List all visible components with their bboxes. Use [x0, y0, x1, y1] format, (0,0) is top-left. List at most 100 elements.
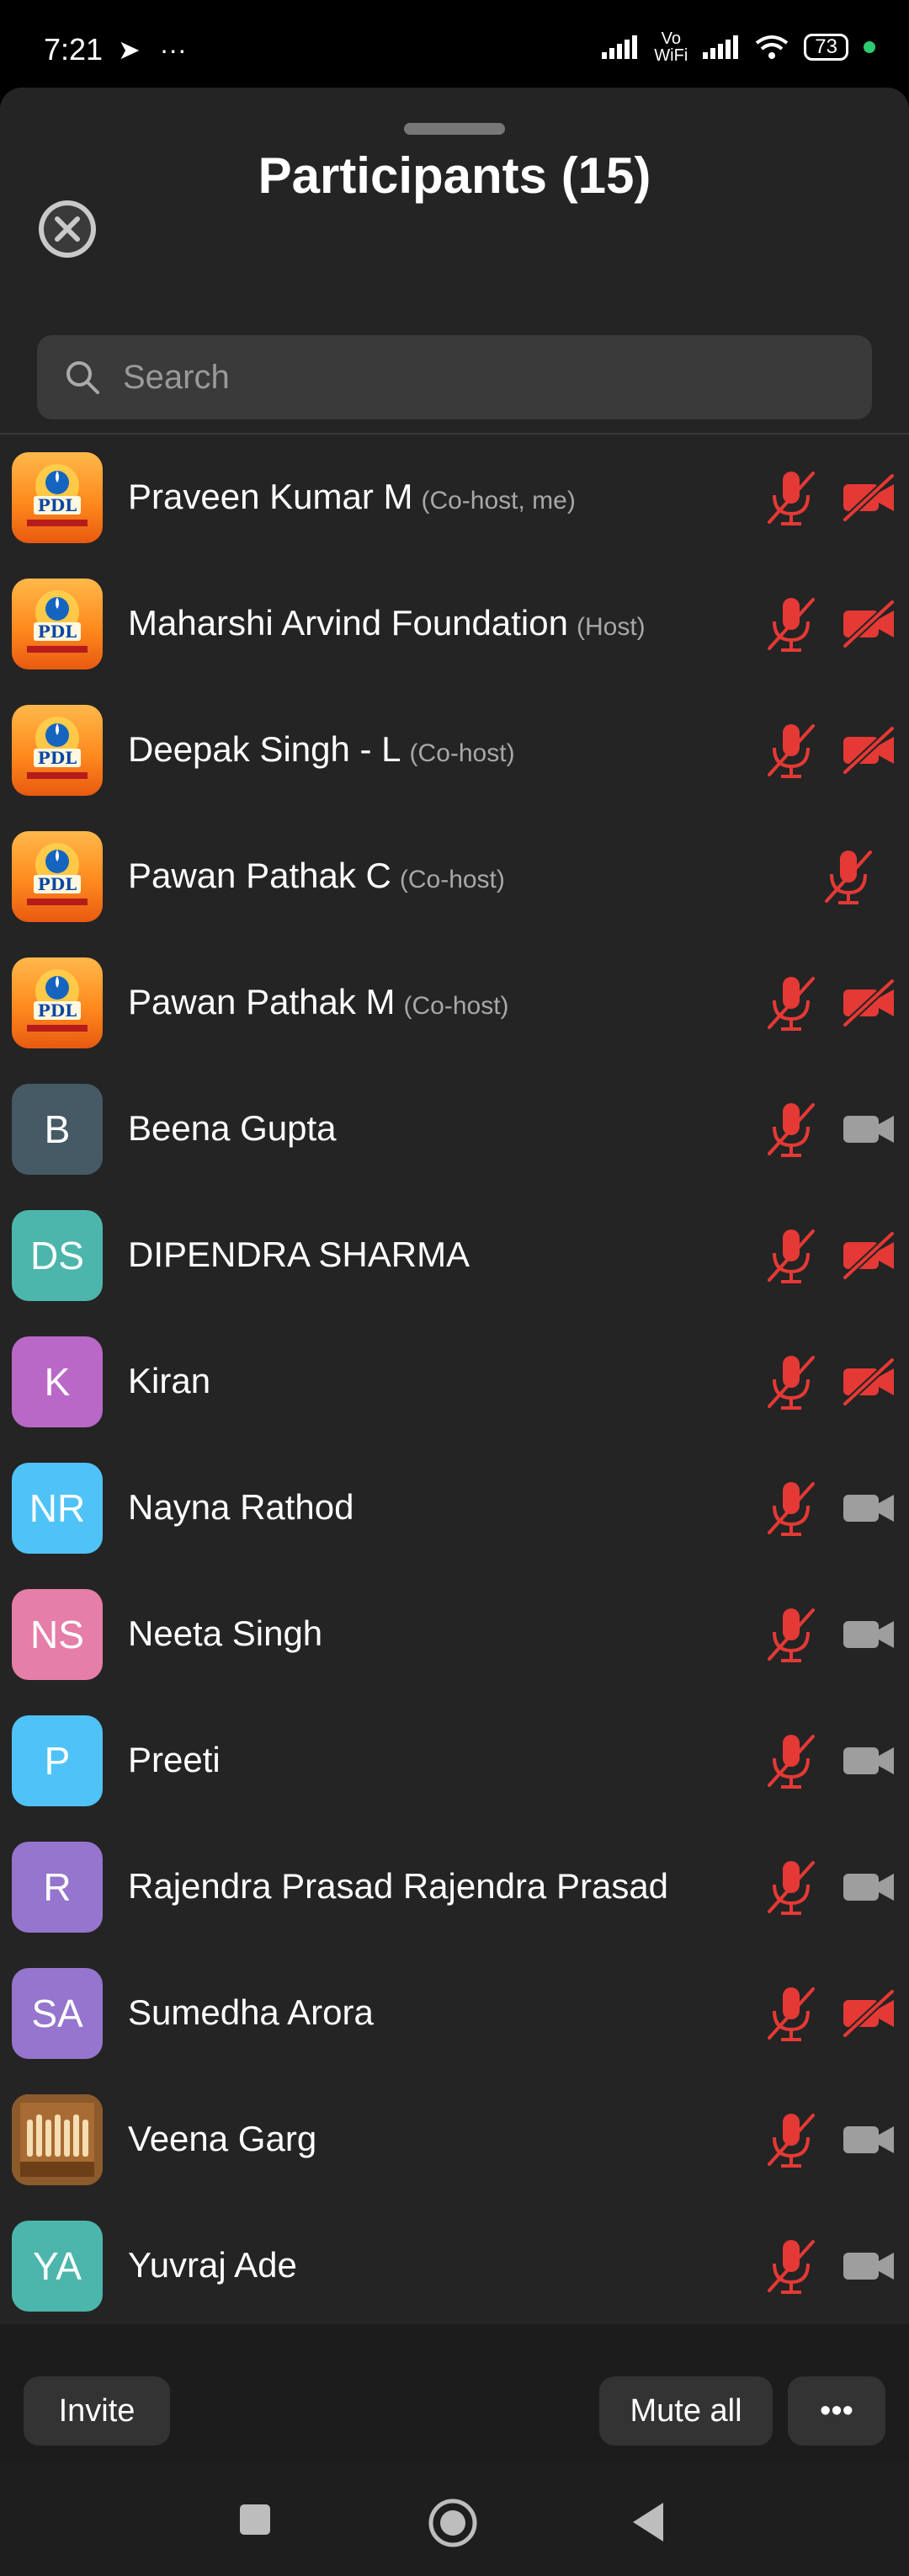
video-icon[interactable]: [840, 2241, 897, 2291]
mic-muted-icon[interactable]: [764, 2110, 818, 2169]
participant-row-beena-gupta[interactable]: B Beena Gupta: [0, 1066, 909, 1192]
mic-muted-icon[interactable]: [821, 847, 875, 906]
participant-row-rajendra-prasad-rajendra-prasad[interactable]: R Rajendra Prasad Rajendra Prasad: [0, 1824, 909, 1950]
participant-role: (Co-host): [399, 866, 505, 893]
participant-row-deepak-singh-l[interactable]: PDL Deepak Singh - L (Co-host): [0, 687, 909, 813]
participant-row-yuvraj-ade[interactable]: YA Yuvraj Ade: [0, 2203, 909, 2329]
video-icon[interactable]: [840, 1104, 897, 1155]
video-off-icon[interactable]: [840, 599, 897, 649]
more-dots-icon: ···: [159, 35, 187, 65]
video-off-icon[interactable]: [840, 1357, 897, 1407]
mic-muted-icon[interactable]: [764, 468, 818, 527]
back-button[interactable]: [630, 2501, 667, 2543]
avatar: SA: [12, 1968, 103, 2059]
battery-icon: 73: [804, 34, 848, 61]
status-right-icons: Vo WiFi 73: [602, 30, 875, 64]
video-icon[interactable]: [840, 1483, 897, 1533]
avatar: K: [12, 1336, 103, 1427]
participant-name-text: Beena Gupta: [128, 1108, 337, 1148]
avatar: PDL: [12, 831, 103, 922]
avatar: DS: [12, 1210, 103, 1301]
avatar: R: [12, 1842, 103, 1933]
participants-sheet: Participants (15) PDL Praveen Kumar M (Co…: [0, 88, 909, 2462]
participant-list: PDL Praveen Kumar M (Co-host, me) PDL Mah…: [0, 435, 909, 2329]
mic-muted-icon[interactable]: [764, 1100, 818, 1159]
participant-name-text: Preeti: [128, 1740, 221, 1779]
search-bar[interactable]: [37, 335, 872, 419]
participant-name: Deepak Singh - L (Co-host): [128, 729, 515, 770]
mic-muted-icon[interactable]: [764, 721, 818, 780]
recents-button[interactable]: [238, 2503, 272, 2536]
participant-name: Pawan Pathak C (Co-host): [128, 856, 505, 896]
mic-muted-icon[interactable]: [764, 973, 818, 1032]
mic-muted-icon[interactable]: [764, 1731, 818, 1790]
participant-name: Nayna Rathod: [128, 1487, 354, 1528]
participant-row-veena-garg[interactable]: Veena Garg: [0, 2077, 909, 2203]
video-icon[interactable]: [840, 1862, 897, 1912]
home-button[interactable]: [428, 2498, 478, 2548]
mic-muted-icon[interactable]: [764, 1226, 818, 1285]
video-icon[interactable]: [840, 1736, 897, 1786]
svg-text:PDL: PDL: [38, 1000, 77, 1021]
telegram-icon: ➤: [118, 35, 141, 65]
participant-name-text: DIPENDRA SHARMA: [128, 1235, 470, 1274]
participant-row-sumedha-arora[interactable]: SA Sumedha Arora: [0, 1950, 909, 2077]
close-button[interactable]: [39, 200, 96, 258]
video-off-icon[interactable]: [840, 1230, 897, 1281]
participant-name-text: Yuvraj Ade: [128, 2245, 297, 2285]
mic-muted-icon[interactable]: [764, 1352, 818, 1411]
drag-handle[interactable]: [404, 123, 505, 135]
participant-row-kiran[interactable]: K Kiran: [0, 1319, 909, 1445]
mic-muted-icon[interactable]: [764, 2237, 818, 2296]
video-icon[interactable]: [840, 2115, 897, 2165]
participant-role: (Co-host): [403, 992, 509, 1020]
participant-row-neeta-singh[interactable]: NS Neeta Singh: [0, 1571, 909, 1698]
participant-row-preeti[interactable]: P Preeti: [0, 1698, 909, 1824]
mic-muted-icon[interactable]: [764, 1605, 818, 1664]
wifi-icon: [756, 35, 789, 59]
mic-muted-icon[interactable]: [764, 1479, 818, 1538]
video-icon[interactable]: [840, 1609, 897, 1660]
participant-name-text: Maharshi Arvind Foundation: [128, 603, 568, 643]
video-off-icon[interactable]: [840, 1988, 897, 2039]
video-off-icon[interactable]: [840, 978, 897, 1028]
participant-name-text: Pawan Pathak C: [128, 856, 391, 895]
participant-name-text: Kiran: [128, 1361, 211, 1400]
mic-muted-icon[interactable]: [764, 1858, 818, 1917]
sheet-title: Participants (15): [258, 147, 651, 204]
participant-name-text: Sumedha Arora: [128, 1992, 374, 2032]
avatar: NS: [12, 1589, 103, 1680]
participant-name: Rajendra Prasad Rajendra Prasad: [128, 1866, 668, 1907]
privacy-indicator-dot: [864, 41, 875, 53]
participant-name-text: Rajendra Prasad Rajendra Prasad: [128, 1866, 669, 1906]
participant-row-pawan-pathak-c[interactable]: PDL Pawan Pathak C (Co-host): [0, 813, 909, 940]
participant-row-pawan-pathak-m[interactable]: PDL Pawan Pathak M (Co-host): [0, 940, 909, 1066]
participant-row-dipendra-sharma[interactable]: DS DIPENDRA SHARMA: [0, 1192, 909, 1319]
status-left-icons: ➤ ···: [118, 34, 187, 66]
status-time: 7:21: [44, 32, 104, 67]
search-input[interactable]: [121, 357, 840, 397]
invite-button[interactable]: Invite: [24, 2376, 170, 2445]
participant-row-praveen-kumar-m[interactable]: PDL Praveen Kumar M (Co-host, me): [0, 435, 909, 561]
avatar: B: [12, 1084, 103, 1175]
participant-name: Beena Gupta: [128, 1108, 337, 1149]
mic-muted-icon[interactable]: [764, 1984, 818, 2043]
more-options-button[interactable]: •••: [788, 2376, 885, 2445]
participant-name-text: Veena Garg: [128, 2119, 317, 2158]
vowifi-label: Vo WiFi: [654, 29, 688, 65]
participant-name: Praveen Kumar M (Co-host, me): [128, 477, 576, 517]
participant-name: Preeti: [128, 1740, 221, 1780]
avatar: P: [12, 1715, 103, 1806]
mute-all-button[interactable]: Mute all: [599, 2376, 773, 2445]
video-off-icon[interactable]: [840, 472, 897, 523]
video-off-icon[interactable]: [840, 725, 897, 776]
avatar: PDL: [12, 705, 103, 796]
organ-photo-avatar: [12, 2094, 103, 2185]
participant-name-text: Praveen Kumar M: [128, 477, 413, 516]
participant-name: Maharshi Arvind Foundation (Host): [128, 603, 646, 643]
search-icon: [66, 361, 99, 394]
participant-row-maharshi-arvind-foundation[interactable]: PDL Maharshi Arvind Foundation (Host): [0, 561, 909, 687]
participant-row-nayna-rathod[interactable]: NR Nayna Rathod: [0, 1445, 909, 1571]
mic-muted-icon[interactable]: [764, 595, 818, 653]
avatar: NR: [12, 1463, 103, 1554]
